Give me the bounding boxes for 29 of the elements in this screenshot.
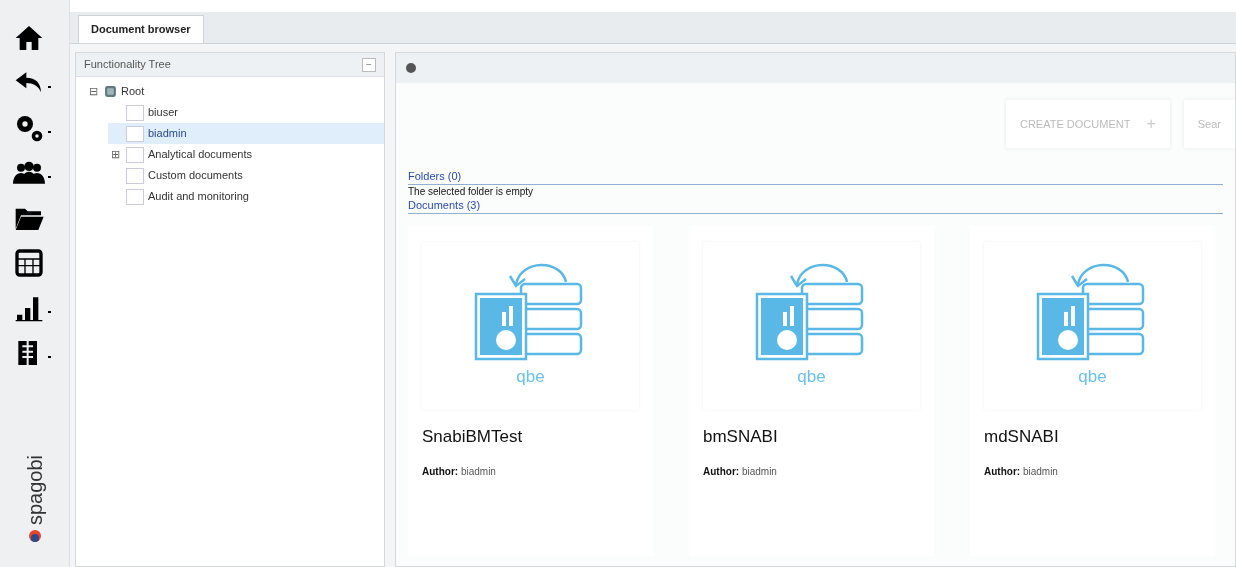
document-author: Author: biadmin: [703, 464, 778, 479]
logo-mark-icon: [27, 529, 42, 543]
empty-message: The selected folder is empty: [408, 185, 535, 198]
tab[interactable]: Document browser: [78, 15, 204, 43]
document-name: mdSNABI: [984, 426, 1060, 448]
tree-item[interactable]: biadmin: [108, 123, 384, 144]
table-icon: [12, 247, 45, 279]
document-card[interactable]: qbe SnabiBMTest Author: biadmin: [408, 226, 653, 556]
document-author: Author: biadmin: [984, 464, 1059, 479]
section-heading: Documents (3): [408, 198, 1223, 214]
tree-item[interactable]: Custom documents: [108, 165, 384, 186]
tree-item[interactable]: biuser: [108, 102, 384, 123]
collapse-button[interactable]: −: [362, 57, 376, 72]
document-type: qbe: [797, 366, 826, 388]
expander-icon[interactable]: ⊟: [88, 86, 98, 97]
document-card[interactable]: qbe mdSNABI Author: biadmin: [970, 226, 1215, 556]
document-name: SnabiBMTest: [422, 426, 524, 448]
logo-text: spagobi: [22, 454, 47, 525]
tree-title: Functionality Tree: [84, 57, 171, 73]
document-type: qbe: [516, 366, 545, 388]
document-name: bmSNABI: [703, 426, 779, 448]
expander-icon[interactable]: ⊞: [110, 149, 120, 160]
tree-item[interactable]: Audit and monitoring: [108, 186, 384, 207]
document-card[interactable]: qbe bmSNABI Author: biadmin: [689, 226, 934, 556]
document-author: Author: biadmin: [422, 464, 497, 479]
tree-item[interactable]: ⊞ Analytical documents: [108, 144, 384, 165]
section-heading: Folders (0): [408, 169, 1223, 185]
document-type: qbe: [1078, 366, 1107, 388]
tree-item[interactable]: ⊟ Root: [86, 81, 384, 102]
